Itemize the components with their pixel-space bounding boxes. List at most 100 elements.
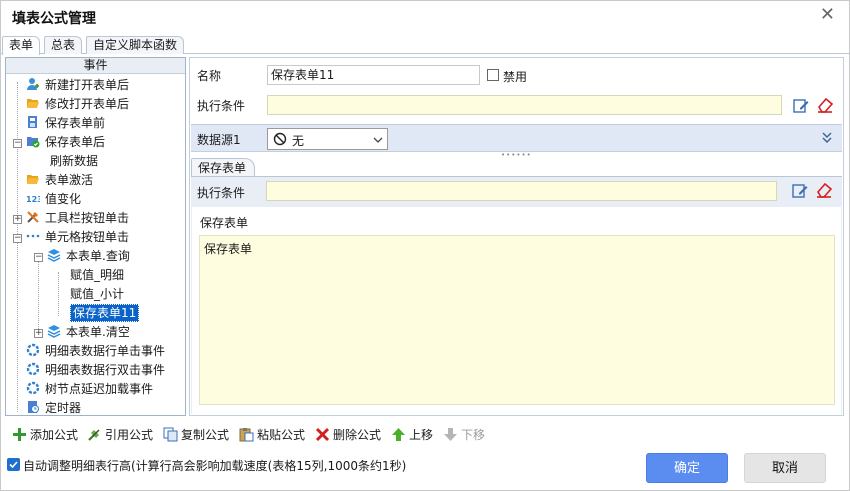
eraser-icon[interactable] [816,96,834,114]
delete-formula-button[interactable]: 删除公式 [315,425,381,445]
tree-item-label: 修改打开表单后 [45,97,130,111]
copy-formula-button[interactable]: 复制公式 [163,425,229,445]
tree-item-edit-open[interactable]: 修改打开表单后 [26,95,129,114]
tree-item-label: 本表单.查询 [66,249,130,263]
toolbar-label: 下移 [461,428,486,442]
folder-open-icon [27,99,39,108]
timer-icon [28,401,39,413]
plus-icon [13,428,26,441]
auto-height-checkbox[interactable] [7,458,20,471]
edit-icon[interactable] [792,97,810,115]
delete-x-icon [315,427,330,442]
eraser-icon[interactable] [815,181,833,199]
numbers-123-icon: 123 [26,195,40,204]
sub-condition-label: 执行条件 [197,186,246,200]
arrow-down-icon [444,428,457,441]
datasource-bar: 数据源1 无 [191,124,842,152]
tree-item-timer[interactable]: 定时器 [26,399,82,415]
tab-form[interactable]: 表单 [2,36,41,55]
tree-item-after-save[interactable]: 保存表单后 [26,133,105,152]
tree-item-label: 保存表单前 [45,116,106,130]
tree-item-cell-button-click[interactable]: 单元格按钮单击 [26,228,129,247]
reference-formula-button[interactable]: 引用公式 [87,425,153,445]
tree-item-query[interactable]: 本表单.查询 [47,247,130,266]
tree-item-label: 保存表单11 [70,304,140,322]
tree-item-label: 保存表单后 [45,135,106,149]
collapse-toggle[interactable]: − [13,234,22,243]
section-label: 保存表单 [200,216,249,230]
tree-item-save-form-11[interactable]: 保存表单11 [70,304,140,323]
toolbar-label: 复制公式 [181,428,230,442]
layers-icon [47,325,61,338]
toolbar-label: 引用公式 [105,428,154,442]
tree-item-toolbar-click[interactable]: 工具栏按钮单击 [26,209,129,228]
splitter-grip[interactable]: •••••• [501,152,531,159]
tree-item-refresh[interactable]: 刷新数据 [50,152,98,171]
folder-check-icon [27,137,40,148]
condition-input[interactable] [267,95,782,115]
collapse-toggle[interactable]: − [13,139,22,148]
tab-save-form[interactable]: 保存表单 [191,158,256,177]
toolbar-label: 添加公式 [30,428,79,442]
datasource-value: 无 [292,134,305,148]
move-down-button[interactable]: 下移 [443,425,485,445]
tree-item-label: 工具栏按钮单击 [45,211,130,225]
tree-item-label: 值变化 [45,192,82,206]
copy-icon [163,427,178,442]
tree-item-label: 赋值_小计 [70,287,125,301]
user-plus-icon [27,78,39,90]
tree-item-label: 定时器 [45,401,82,415]
expand-toggle[interactable]: + [13,215,22,224]
move-up-button[interactable]: 上移 [391,425,433,445]
chevron-down-icon [373,137,383,143]
tools-icon [27,211,39,223]
ok-button[interactable]: 确定 [646,453,728,483]
tree-item-label: 刷新数据 [50,154,99,168]
toolbar-label: 粘贴公式 [257,428,306,442]
tab-custom-script[interactable]: 自定义脚本函数 [86,36,185,54]
tree-item-new-open[interactable]: 新建打开表单后 [26,76,129,95]
name-input[interactable]: 保存表单11 [267,65,480,85]
ring-icon [26,343,40,357]
expand-toggle[interactable]: + [34,329,43,338]
sub-condition-input[interactable] [266,181,777,201]
checkmark-icon [9,461,18,469]
tree-item-detail-row-click[interactable]: 明细表数据行单击事件 [26,342,165,361]
script-editor[interactable]: 保存表单 [199,235,835,405]
tree-item-before-save[interactable]: 保存表单前 [26,114,105,133]
tree-connector [17,82,18,412]
add-formula-button[interactable]: 添加公式 [12,425,78,445]
dots-icon [26,234,40,238]
disable-checkbox[interactable] [487,69,499,81]
tab-summary[interactable]: 总表 [44,36,83,54]
toolbar-label: 上移 [409,428,434,442]
tree-item-assign-subtotal[interactable]: 赋值_小计 [70,285,124,304]
double-chevron-down-icon[interactable] [822,132,832,144]
paste-formula-button[interactable]: 粘贴公式 [239,425,305,445]
edit-icon[interactable] [791,182,809,200]
tree-item-label: 表单激活 [45,173,94,187]
datasource-select[interactable]: 无 [267,128,388,150]
layers-icon [47,249,61,262]
ring-icon [26,381,40,395]
disable-label: 禁用 [503,70,528,84]
tree-item-label: 赋值_明细 [70,268,125,282]
close-icon[interactable]: ✕ [820,4,835,25]
tree-item-clear[interactable]: 本表单.清空 [47,323,130,342]
tree-item-assign-detail[interactable]: 赋值_明细 [70,266,124,285]
cancel-button[interactable]: 取消 [744,453,826,483]
tree-item-activate[interactable]: 表单激活 [26,171,93,190]
folder-open-icon [27,175,39,184]
svg-text:123: 123 [26,195,40,204]
link-icon [88,429,100,441]
condition-label: 执行条件 [197,99,246,113]
none-icon [273,132,287,146]
name-label: 名称 [197,69,222,83]
script-text: 保存表单 [204,242,253,256]
tree-item-lazy-load[interactable]: 树节点延迟加载事件 [26,380,153,399]
collapse-toggle[interactable]: − [34,253,43,262]
tree-item-value-change[interactable]: 123 值变化 [26,190,81,209]
tree-item-label: 树节点延迟加载事件 [45,382,154,396]
top-tab-strip: 表单 总表 自定义脚本函数 [1,35,850,55]
tree-item-detail-row-dblclick[interactable]: 明细表数据行双击事件 [26,361,165,380]
